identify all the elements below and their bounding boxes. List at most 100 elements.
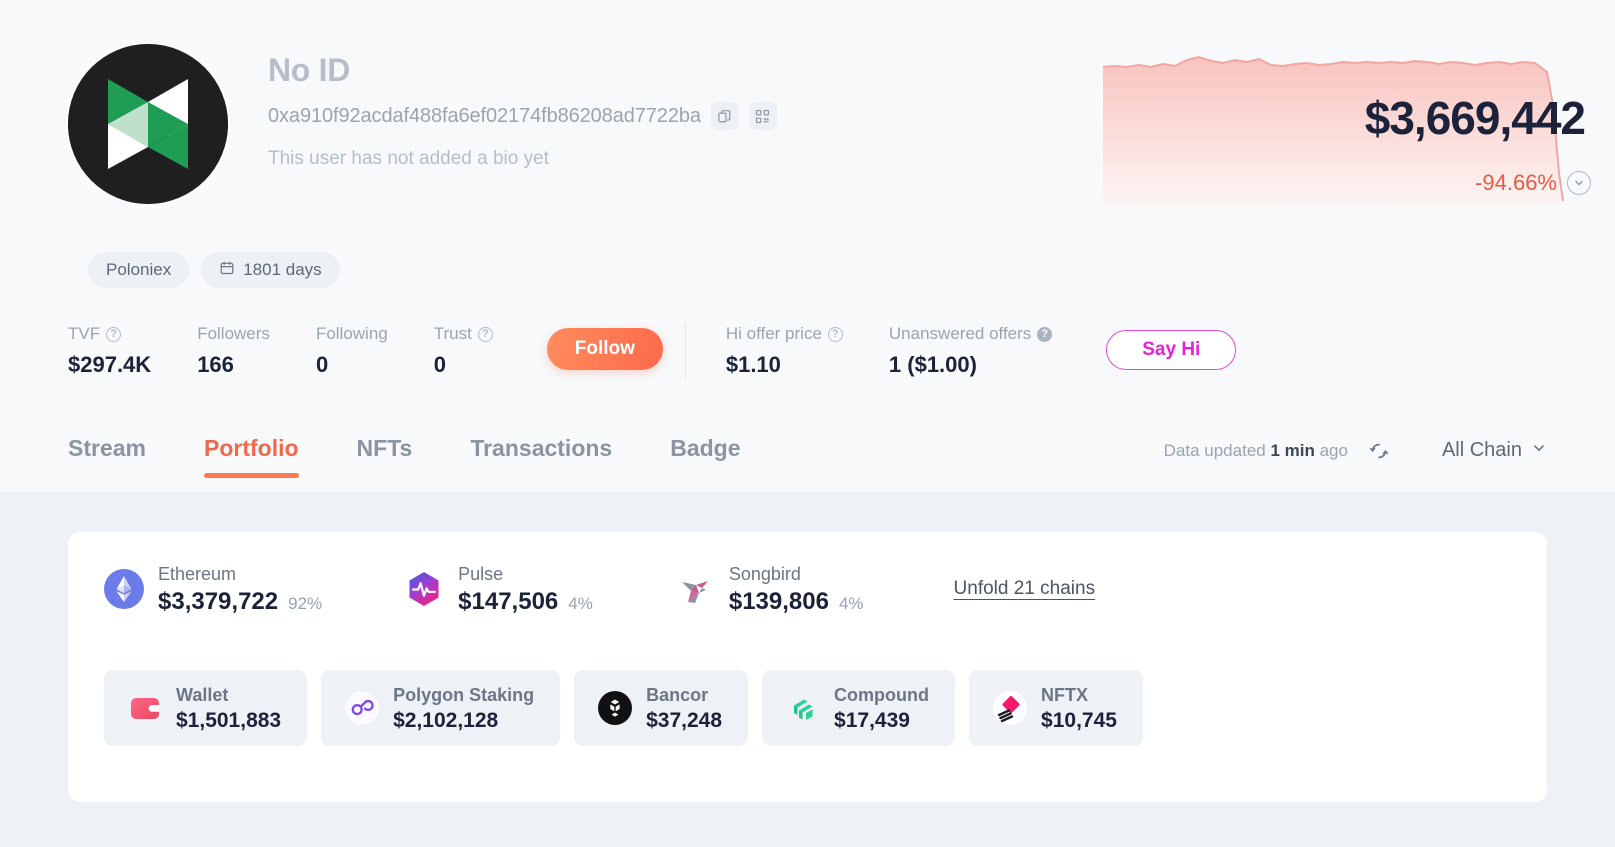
chain-percent: 4% (568, 594, 593, 613)
protocol-card-nftx[interactable]: NFTX $10,745 (969, 670, 1143, 746)
stat-value: 0 (433, 352, 446, 377)
refresh-icon[interactable] (1368, 440, 1390, 462)
protocol-info: Compound $17,439 (834, 684, 929, 733)
protocol-info: Polygon Staking $2,102,128 (393, 684, 534, 733)
stat-value: 166 (197, 352, 234, 377)
networth-change-row: -94.66% (1475, 170, 1591, 196)
protocol-name: Bancor (646, 684, 709, 705)
follow-button[interactable]: Follow (546, 328, 663, 370)
stat-value: $1.10 (725, 352, 781, 377)
qr-code-icon[interactable] (748, 102, 777, 130)
wallet-icon (128, 691, 162, 725)
tab-stream[interactable]: Stream (68, 425, 146, 484)
say-hi-button[interactable]: Say Hi (1106, 330, 1237, 370)
protocol-row: Wallet $1,501,883 Polygon Staking $2,102… (104, 670, 1143, 746)
chain-summary-row: Ethereum $3,379,722 92% Pulse $147,506 4… (104, 562, 1095, 616)
chain-name: Songbird (728, 564, 801, 584)
updated-suffix: ago (1314, 440, 1348, 460)
polygon-icon (345, 691, 380, 725)
stat-followers[interactable]: Followers 166 (197, 322, 270, 378)
stat-label-text: Unanswered offers (888, 324, 1032, 343)
protocol-amount: $37,248 (646, 708, 723, 732)
bancor-icon (598, 691, 633, 725)
help-icon[interactable]: ? (477, 326, 493, 342)
protocol-amount: $10,745 (1041, 708, 1117, 732)
chain-info: Songbird $139,806 4% (729, 562, 864, 616)
tag-label: 1801 days (243, 260, 322, 279)
protocol-card-wallet[interactable]: Wallet $1,501,883 (104, 670, 308, 746)
updated-prefix: Data updated (1163, 440, 1271, 460)
chain-name: Ethereum (158, 564, 237, 584)
avatar[interactable] (68, 44, 228, 204)
wallet-address: 0xa910f92acdaf488fa6ef02174fb86208ad7722… (268, 104, 701, 127)
stat-hi-offer-price: Hi offer price ? $1.10 (726, 322, 843, 378)
portfolio-section: Ethereum $3,379,722 92% Pulse $147,506 4… (0, 492, 1615, 847)
help-icon[interactable]: ? (106, 326, 122, 342)
vertical-divider (684, 322, 686, 378)
profile-identity: No ID 0xa910f92acdaf488fa6ef02174fb86208… (268, 48, 777, 170)
networth-change: -94.66% (1475, 170, 1557, 195)
copy-icon[interactable] (710, 102, 739, 130)
profile-stats: TVF ? $297.4K Followers 166 Following 0 (68, 322, 1237, 378)
data-updated-label: Data updated 1 min ago (1164, 441, 1348, 461)
stat-label-text: Following (315, 324, 388, 343)
chain-filter-dropdown[interactable]: All Chain (1442, 439, 1547, 462)
nftx-icon (993, 691, 1028, 725)
chain-name: Pulse (458, 564, 504, 584)
chain-item-ethereum[interactable]: Ethereum $3,379,722 92% (104, 562, 322, 616)
tab-nfts[interactable]: NFTs (357, 425, 413, 484)
stat-tvf: TVF ? $297.4K (68, 322, 151, 378)
address-row: 0xa910f92acdaf488fa6ef02174fb86208ad7722… (268, 102, 777, 130)
protocol-name: NFTX (1041, 684, 1089, 705)
stat-following[interactable]: Following 0 (316, 322, 388, 378)
tab-transactions[interactable]: Transactions (470, 425, 612, 484)
protocol-card-compound[interactable]: Compound $17,439 (762, 670, 956, 746)
tab-bar-actions: Data updated 1 min ago All Chain (1164, 439, 1547, 462)
tag-age[interactable]: 1801 days (201, 252, 340, 288)
profile-bio: This user has not added a bio yet (268, 148, 549, 169)
protocol-amount: $17,439 (834, 708, 910, 732)
updated-time: 1 min (1270, 440, 1315, 460)
stat-value: 1 ($1.00) (888, 352, 977, 377)
chain-amount: $147,506 (458, 588, 559, 615)
help-icon[interactable]: ? (827, 326, 843, 342)
chain-amount: $139,806 (728, 588, 829, 615)
tag-exchange[interactable]: Poloniex (88, 252, 190, 288)
page-title: No ID (268, 52, 351, 88)
stat-label-text: TVF (68, 324, 101, 343)
chain-info: Pulse $147,506 4% (458, 562, 593, 616)
chain-filter-label: All Chain (1441, 439, 1522, 461)
portfolio-card: Ethereum $3,379,722 92% Pulse $147,506 4… (68, 532, 1547, 802)
tab-badge[interactable]: Badge (670, 425, 740, 484)
protocol-amount: $2,102,128 (393, 708, 499, 732)
tab-portfolio[interactable]: Portfolio (203, 425, 299, 484)
stat-trust: Trust ? 0 (434, 322, 493, 378)
stat-label-text: Trust (433, 324, 472, 343)
help-icon[interactable]: ? (1037, 326, 1053, 342)
profile-page: No ID 0xa910f92acdaf488fa6ef02174fb86208… (0, 0, 1615, 847)
calendar-icon (219, 260, 235, 281)
chain-info: Ethereum $3,379,722 92% (158, 562, 322, 616)
compound-icon (786, 691, 820, 725)
pulse-icon (404, 569, 444, 609)
tag-label: Poloniex (106, 260, 172, 279)
protocol-info: Bancor $37,248 (646, 684, 722, 733)
stat-value: $297.4K (68, 352, 152, 377)
networth-value: $3,669,442 (1364, 92, 1586, 144)
protocol-name: Polygon Staking (393, 684, 535, 705)
chain-item-pulse[interactable]: Pulse $147,506 4% (404, 562, 593, 616)
ethereum-icon (104, 569, 144, 609)
tab-bar: Stream Portfolio NFTs Transactions Badge… (0, 425, 1615, 491)
chain-percent: 4% (838, 594, 864, 613)
chain-percent: 92% (288, 594, 323, 613)
chevron-down-icon[interactable] (1567, 171, 1591, 195)
protocol-info: NFTX $10,745 (1041, 684, 1117, 733)
tab-list: Stream Portfolio NFTs Transactions Badge (68, 425, 799, 484)
stat-value: 0 (315, 352, 329, 377)
protocol-card-polygon-staking[interactable]: Polygon Staking $2,102,128 (321, 670, 561, 746)
protocol-card-bancor[interactable]: Bancor $37,248 (574, 670, 749, 746)
protocol-name: Wallet (176, 684, 229, 705)
unfold-chains-link[interactable]: Unfold 21 chains (954, 578, 1096, 600)
profile-tags: Poloniex 1801 days (88, 252, 340, 288)
chain-item-songbird[interactable]: Songbird $139,806 4% (675, 562, 864, 616)
